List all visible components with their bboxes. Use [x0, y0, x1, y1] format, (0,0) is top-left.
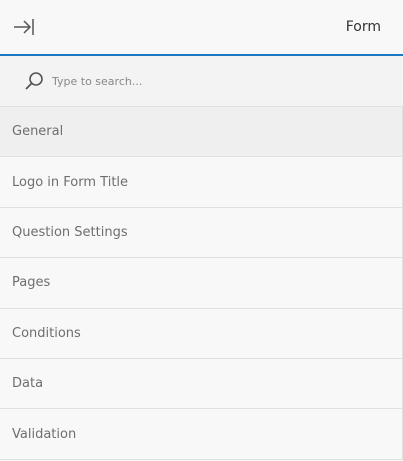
section-list: General Logo in Form Title Question Sett…	[0, 107, 403, 460]
section-validation[interactable]: Validation	[0, 409, 403, 460]
section-label: Logo in Form Title	[12, 174, 129, 190]
section-label: Validation	[12, 426, 77, 442]
search-input[interactable]	[52, 74, 352, 88]
section-label: Data	[12, 376, 44, 392]
search-icon	[24, 71, 44, 91]
property-panel: Form General Logo in Form Title Question…	[0, 0, 403, 461]
collapse-right-icon	[14, 19, 34, 35]
panel-title: Form	[345, 19, 381, 35]
section-label: Question Settings	[12, 224, 128, 240]
section-pages[interactable]: Pages	[0, 258, 403, 309]
section-general[interactable]: General	[0, 107, 403, 158]
section-conditions[interactable]: Conditions	[0, 308, 403, 359]
section-logo-in-form-title[interactable]: Logo in Form Title	[0, 157, 403, 208]
search-bar	[0, 56, 403, 107]
section-label: Pages	[12, 275, 51, 291]
section-data[interactable]: Data	[0, 358, 403, 410]
section-label: General	[12, 124, 64, 140]
section-question-settings[interactable]: Question Settings	[0, 207, 403, 259]
section-label: Conditions	[12, 325, 81, 341]
collapse-panel-button[interactable]	[12, 15, 36, 39]
panel-header: Form	[0, 0, 403, 56]
